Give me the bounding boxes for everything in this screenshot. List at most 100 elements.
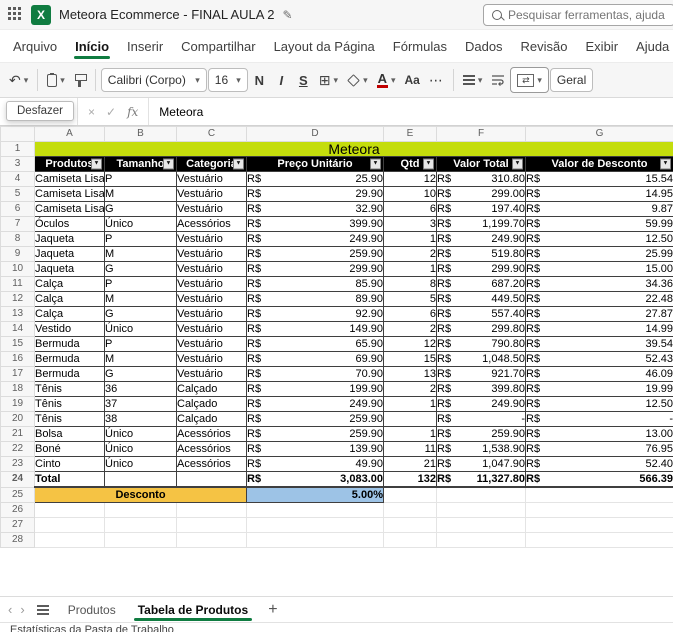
cell-tamanho-23[interactable]: Único (105, 457, 177, 472)
filter-icon[interactable]: ▼ (233, 159, 244, 170)
menu-ajuda[interactable]: Ajuda (627, 30, 673, 62)
column-header-g[interactable]: G (526, 127, 673, 142)
sheet-nav-right-icon[interactable]: › (16, 597, 28, 622)
cell-qtd-total[interactable]: 132 (384, 472, 437, 488)
cell-categoria-19[interactable]: Calçado (177, 397, 247, 412)
filter-icon[interactable]: ▼ (370, 159, 381, 170)
cell-desconto-17[interactable]: R$46.09 (526, 367, 673, 382)
table-header-valor-total[interactable]: Valor Total▼ (437, 157, 526, 172)
cell-categoria-12[interactable]: Vestuário (177, 292, 247, 307)
cell-produto-23[interactable]: Cinto (35, 457, 105, 472)
cell-produto-13[interactable]: Calça (35, 307, 105, 322)
cell-tamanho-18[interactable]: 36 (105, 382, 177, 397)
row-header-11[interactable]: 11 (1, 277, 35, 292)
cell-produto-14[interactable]: Vestido (35, 322, 105, 337)
confirm-entry-icon[interactable]: ✓ (106, 105, 116, 119)
cell-b28[interactable] (105, 533, 177, 548)
cell-preco-8[interactable]: R$249.90 (247, 232, 384, 247)
row-header-5[interactable]: 5 (1, 187, 35, 202)
cell-qtd-17[interactable]: 13 (384, 367, 437, 382)
column-header-b[interactable]: B (105, 127, 177, 142)
font-name-select[interactable]: Calibri (Corpo) ▾ (101, 68, 207, 92)
app-launcher-icon[interactable] (8, 7, 23, 22)
cell-e26[interactable] (384, 503, 437, 518)
cell-tamanho-19[interactable]: 37 (105, 397, 177, 412)
cell-desconto-20[interactable]: R$- (526, 412, 673, 427)
row-header-7[interactable]: 7 (1, 217, 35, 232)
cell-desconto-14[interactable]: R$14.99 (526, 322, 673, 337)
cell-produto-21[interactable]: Bolsa (35, 427, 105, 442)
excel-logo-icon[interactable]: X (31, 5, 51, 25)
column-header-d[interactable]: D (247, 127, 384, 142)
cell-categoria-13[interactable]: Vestuário (177, 307, 247, 322)
row-header-1[interactable]: 1 (1, 142, 35, 157)
cell-categoria-8[interactable]: Vestuário (177, 232, 247, 247)
change-case-button[interactable]: Aa (401, 67, 424, 93)
cell-preco-17[interactable]: R$70.90 (247, 367, 384, 382)
cell-qtd-15[interactable]: 12 (384, 337, 437, 352)
cell-qtd-21[interactable]: 1 (384, 427, 437, 442)
cell-qtd-19[interactable]: 1 (384, 397, 437, 412)
document-title[interactable]: Meteora Ecommerce - FINAL AULA 2 (59, 7, 275, 22)
cell-total-17[interactable]: R$921.70 (437, 367, 526, 382)
cell-categoria-9[interactable]: Vestuário (177, 247, 247, 262)
cell-qtd-20[interactable] (384, 412, 437, 427)
cell-a28[interactable] (35, 533, 105, 548)
borders-button[interactable]: ⊞ ▾ (315, 67, 342, 93)
cell-total-12[interactable]: R$449.50 (437, 292, 526, 307)
cell-categoria-4[interactable]: Vestuário (177, 172, 247, 187)
table-header-valor-de-desconto[interactable]: Valor de Desconto▼ (526, 157, 673, 172)
cell-tamanho-20[interactable]: 38 (105, 412, 177, 427)
filter-icon[interactable]: ▼ (423, 159, 434, 170)
row-header-8[interactable]: 8 (1, 232, 35, 247)
cell-preco-18[interactable]: R$199.90 (247, 382, 384, 397)
cell-qtd-4[interactable]: 12 (384, 172, 437, 187)
cell-tamanho-4[interactable]: P (105, 172, 177, 187)
cell-c27[interactable] (177, 518, 247, 533)
sheet-tab-tabela-de-produtos[interactable]: Tabela de Produtos (127, 597, 259, 622)
cell-produto-15[interactable]: Bermuda (35, 337, 105, 352)
select-all-corner[interactable] (1, 127, 35, 142)
cell-preco-6[interactable]: R$32.90 (247, 202, 384, 217)
row-header-10[interactable]: 10 (1, 262, 35, 277)
cell-produto-7[interactable]: Óculos (35, 217, 105, 232)
cell-preco-23[interactable]: R$49.90 (247, 457, 384, 472)
cell-f26[interactable] (437, 503, 526, 518)
row-header-19[interactable]: 19 (1, 397, 35, 412)
cell-produto-19[interactable]: Tênis (35, 397, 105, 412)
cell-preco-10[interactable]: R$299.90 (247, 262, 384, 277)
sheet-tab-produtos[interactable]: Produtos (57, 597, 127, 622)
cell-preco-19[interactable]: R$249.90 (247, 397, 384, 412)
cell-total-8[interactable]: R$249.90 (437, 232, 526, 247)
cell-b24[interactable] (105, 472, 177, 488)
cell-g25[interactable] (526, 487, 673, 503)
cell-produto-5[interactable]: Camiseta Lisa (35, 187, 105, 202)
cell-total-16[interactable]: R$1,048.50 (437, 352, 526, 367)
cell-tamanho-9[interactable]: M (105, 247, 177, 262)
cell-preco-16[interactable]: R$69.90 (247, 352, 384, 367)
cell-desconto-6[interactable]: R$9.87 (526, 202, 673, 217)
add-sheet-button[interactable]: + (259, 597, 286, 622)
row-header-27[interactable]: 27 (1, 518, 35, 533)
cell-desconto-18[interactable]: R$19.99 (526, 382, 673, 397)
cell-total-6[interactable]: R$197.40 (437, 202, 526, 217)
cell-desconto-12[interactable]: R$22.48 (526, 292, 673, 307)
cell-categoria-17[interactable]: Vestuário (177, 367, 247, 382)
row-header-28[interactable]: 28 (1, 533, 35, 548)
row-header-14[interactable]: 14 (1, 322, 35, 337)
cell-desconto-7[interactable]: R$59.99 (526, 217, 673, 232)
underline-button[interactable]: S (293, 67, 314, 93)
cell-total-18[interactable]: R$399.80 (437, 382, 526, 397)
cell-total-19[interactable]: R$249.90 (437, 397, 526, 412)
menu-inserir[interactable]: Inserir (118, 30, 172, 62)
filter-icon[interactable]: ▼ (163, 159, 174, 170)
cell-desconto-9[interactable]: R$25.99 (526, 247, 673, 262)
cell-d26[interactable] (247, 503, 384, 518)
cell-desconto-total-24[interactable]: R$566.39 (526, 472, 673, 488)
row-header-18[interactable]: 18 (1, 382, 35, 397)
cell-desconto-15[interactable]: R$39.54 (526, 337, 673, 352)
cell-tamanho-22[interactable]: Único (105, 442, 177, 457)
sheet-nav-left-icon[interactable]: ‹ (4, 597, 16, 622)
menu-compartilhar[interactable]: Compartilhar (172, 30, 264, 62)
cell-desconto-label[interactable]: Desconto (35, 487, 247, 503)
